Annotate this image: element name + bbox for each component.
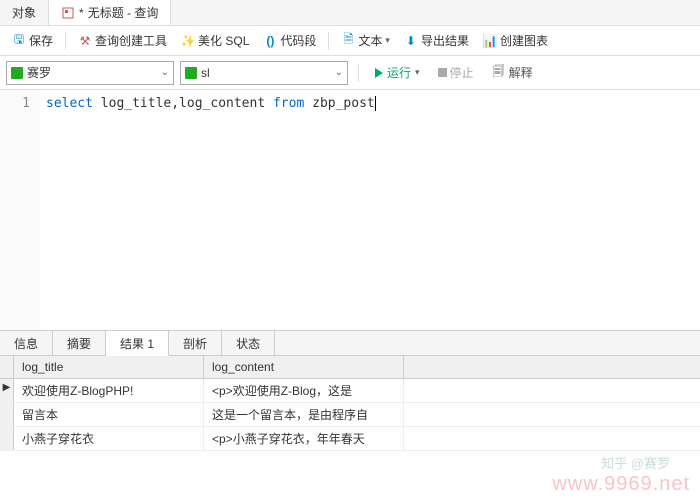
snippet-button[interactable]: () 代码段 <box>257 29 322 52</box>
chart-button[interactable]: 📊 创建图表 <box>477 29 554 52</box>
sql-editor[interactable]: 1 select log_title,log_content from zbp_… <box>0 90 700 330</box>
connection-value: 赛罗 <box>27 64 51 81</box>
chevron-down-icon: ⌄ <box>335 67 343 78</box>
tab-object[interactable]: 对象 <box>0 0 49 25</box>
tab-summary[interactable]: 摘要 <box>53 331 106 355</box>
schema-select[interactable]: sl ⌄ <box>180 61 348 85</box>
code-text: log_title,log_content <box>93 96 273 111</box>
tab-query[interactable]: * 无标题 - 查询 <box>49 0 171 25</box>
row-marker <box>0 427 14 450</box>
play-icon <box>375 68 383 78</box>
tool-icon: ⚒ <box>78 34 92 48</box>
keyword: select <box>46 96 93 111</box>
query-builder-label: 查询创建工具 <box>95 32 167 49</box>
connection-select[interactable]: 赛罗 ⌄ <box>6 61 174 85</box>
query-icon <box>61 6 75 20</box>
top-tab-bar: 对象 * 无标题 - 查询 <box>0 0 700 26</box>
text-cursor <box>375 96 376 111</box>
cell[interactable]: <p>小燕子穿花衣，年年春天 <box>204 427 404 450</box>
db-icon <box>11 67 23 79</box>
run-label: 运行 <box>387 64 411 81</box>
row-indicator-header <box>0 356 14 378</box>
cell[interactable]: 这是一个留言本，是由程序自 <box>204 403 404 426</box>
cell[interactable]: 欢迎使用Z-BlogPHP! <box>14 379 204 402</box>
column-header[interactable]: log_title <box>14 356 204 378</box>
table-row[interactable]: 小燕子穿花衣 <p>小燕子穿花衣，年年春天 <box>0 427 700 451</box>
tab-query-label: 无标题 - 查询 <box>88 4 159 21</box>
watermark-main: www.9969.net <box>552 473 690 496</box>
separator <box>358 64 359 82</box>
tab-object-label: 对象 <box>12 4 36 21</box>
chevron-down-icon: ▾ <box>385 35 390 46</box>
document-icon: 🗎 <box>341 34 355 48</box>
text-button[interactable]: 🗎 文本 ▾ <box>335 29 396 52</box>
query-builder-button[interactable]: ⚒ 查询创建工具 <box>72 29 173 52</box>
code-text: zbp_post <box>304 96 374 111</box>
schema-value: sl <box>201 66 210 80</box>
beautify-button[interactable]: ✨ 美化 SQL <box>175 29 255 52</box>
beautify-label: 美化 SQL <box>198 32 249 49</box>
main-toolbar: 🖫 保存 ⚒ 查询创建工具 ✨ 美化 SQL () 代码段 🗎 文本 ▾ ⬇ 导… <box>0 26 700 56</box>
column-header[interactable]: log_content <box>204 356 404 378</box>
save-label: 保存 <box>29 32 53 49</box>
braces-icon: () <box>263 34 277 48</box>
tab-status[interactable]: 状态 <box>222 331 275 355</box>
stop-label: 停止 <box>450 64 474 81</box>
cell[interactable]: <p>欢迎使用Z-Blog，这是 <box>204 379 404 402</box>
save-icon: 🖫 <box>12 34 26 48</box>
explain-button[interactable]: 🗐 解释 <box>486 61 539 84</box>
keyword: from <box>273 96 304 111</box>
row-marker <box>0 403 14 426</box>
export-button[interactable]: ⬇ 导出结果 <box>398 29 475 52</box>
chart-icon: 📊 <box>483 34 497 48</box>
result-tab-bar: 信息 摘要 结果 1 剖析 状态 <box>0 330 700 356</box>
export-label: 导出结果 <box>421 32 469 49</box>
export-icon: ⬇ <box>404 34 418 48</box>
table-row[interactable]: 留言本 这是一个留言本，是由程序自 <box>0 403 700 427</box>
snippet-label: 代码段 <box>280 32 316 49</box>
line-number: 1 <box>0 96 30 111</box>
grid-header: log_title log_content <box>0 356 700 379</box>
save-button[interactable]: 🖫 保存 <box>6 29 59 52</box>
table-row[interactable]: ▶ 欢迎使用Z-BlogPHP! <p>欢迎使用Z-Blog，这是 <box>0 379 700 403</box>
tab-info[interactable]: 信息 <box>0 331 53 355</box>
tab-profile[interactable]: 剖析 <box>169 331 222 355</box>
current-row-marker: ▶ <box>0 379 14 402</box>
text-label: 文本 <box>358 32 382 49</box>
watermark-sub: 知乎 @赛罗 <box>601 453 670 472</box>
stop-icon <box>438 68 447 77</box>
chevron-down-icon: ⌄ <box>161 67 169 78</box>
dirty-marker: * <box>79 6 84 20</box>
cell[interactable]: 小燕子穿花衣 <box>14 427 204 450</box>
chevron-down-icon: ▾ <box>415 67 420 78</box>
stop-button: 停止 <box>432 61 480 84</box>
chart-label: 创建图表 <box>500 32 548 49</box>
schema-icon <box>185 67 197 79</box>
code-area[interactable]: select log_title,log_content from zbp_po… <box>40 90 700 330</box>
separator <box>65 32 66 50</box>
selector-row: 赛罗 ⌄ sl ⌄ 运行 ▾ 停止 🗐 解释 <box>0 56 700 90</box>
tab-result1[interactable]: 结果 1 <box>106 331 169 356</box>
explain-label: 解释 <box>509 64 533 81</box>
wand-icon: ✨ <box>181 34 195 48</box>
separator <box>328 32 329 50</box>
explain-icon: 🗐 <box>492 66 506 80</box>
run-button[interactable]: 运行 ▾ <box>369 61 426 84</box>
result-grid: log_title log_content ▶ 欢迎使用Z-BlogPHP! <… <box>0 356 700 451</box>
cell[interactable]: 留言本 <box>14 403 204 426</box>
line-gutter: 1 <box>0 90 40 330</box>
